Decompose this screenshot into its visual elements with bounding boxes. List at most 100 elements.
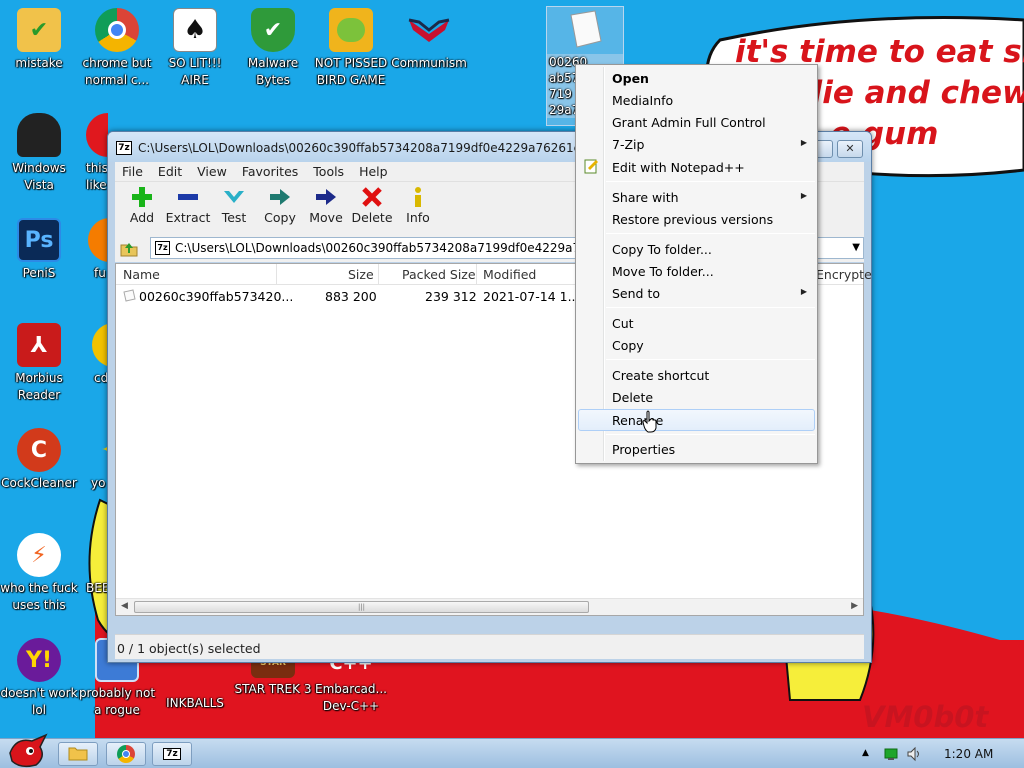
desktop-icon-pissed-bird[interactable]: NOT PISSED BIRD GAME (312, 8, 390, 89)
scroll-left-icon[interactable]: ◀ (121, 601, 128, 611)
menu-item-create-shortcut[interactable]: Create shortcut (578, 364, 815, 386)
desktop-icon-fu[interactable]: fu (78, 218, 108, 282)
column-packed-size[interactable]: Packed Size (402, 267, 476, 282)
wallpaper-text-2: die and chew (800, 75, 1024, 111)
desktop-icon-label: fu (94, 266, 106, 280)
taskbar-explorer[interactable] (58, 742, 98, 766)
menu-item-copy-to-folder[interactable]: Copy To folder... (578, 238, 815, 260)
desktop-icon-bee[interactable]: BEE (78, 533, 108, 597)
solitaire-icon: ♠ (173, 8, 217, 52)
desktop-icon-malware[interactable]: ✔ Malware Bytes (234, 8, 312, 89)
desktop-icon-this-like[interactable]: this like (78, 113, 108, 194)
column-modified[interactable]: Modified (483, 267, 536, 282)
column-name[interactable]: Name (123, 267, 160, 282)
file-icon (122, 288, 136, 305)
chevron-down-icon[interactable]: ▼ (852, 242, 860, 253)
menu-view[interactable]: View (197, 164, 227, 179)
column-size[interactable]: Size (348, 267, 374, 282)
clock[interactable]: 1:20 AM (944, 747, 993, 761)
file-modified: 2021-07-14 1... (483, 289, 580, 304)
pig-icon (329, 8, 373, 52)
desktop-icon-label: Windows Vista (12, 161, 66, 192)
delete-label: Delete (351, 210, 393, 225)
add-button[interactable]: Add (119, 182, 165, 234)
wallpaper-signature: VM0b0t (862, 700, 989, 734)
desktop-icon-chrome[interactable]: chrome but normal c... (78, 8, 156, 89)
desktop-icon-label: STAR TREK 3 (234, 682, 312, 696)
scroll-right-icon[interactable]: ▶ (851, 601, 858, 611)
info-label: Info (406, 210, 430, 225)
menu-item-copy[interactable]: Copy (578, 334, 815, 356)
menu-item-7zip[interactable]: 7-Zip ▶ (578, 133, 815, 155)
menu-item-move-to-folder[interactable]: Move To folder... (578, 260, 815, 282)
menu-item-delete[interactable]: Delete (578, 386, 815, 408)
desktop-icon-penis[interactable]: Ps PeniS (0, 218, 78, 282)
desktop-icon-label: Communism (391, 56, 467, 70)
menu-item-open[interactable]: Open (578, 67, 815, 89)
menu-item-rename[interactable]: Rename (578, 409, 815, 431)
menu-tools[interactable]: Tools (313, 164, 344, 179)
desktop-icon-label: SO LIT!!! AIRE (168, 56, 222, 87)
menu-item-cut[interactable]: Cut (578, 312, 815, 334)
folder-up-icon[interactable] (120, 239, 138, 257)
desktop-icon-mistake[interactable]: ✔ mistake (0, 8, 78, 72)
horizontal-scrollbar[interactable]: ◀ ||| ▶ (116, 598, 863, 615)
extract-button[interactable]: Extract (165, 182, 211, 234)
copy-label: Copy (264, 210, 296, 225)
minus-icon (165, 186, 211, 208)
start-button[interactable] (6, 731, 48, 768)
column-encrypted[interactable]: Encrypte (816, 267, 872, 282)
desktop-icon-windows-vista[interactable]: Windows Vista (0, 113, 78, 194)
show-hidden-icons[interactable]: ▲ (862, 748, 869, 758)
info-icon (395, 186, 441, 208)
copy-button[interactable]: Copy (257, 182, 303, 234)
plus-icon (119, 186, 165, 208)
delete-button[interactable]: Delete (349, 182, 395, 234)
menu-item-send-to[interactable]: Send to ▶ (578, 282, 815, 304)
menu-file[interactable]: File (122, 164, 143, 179)
desktop-icon-label: Embarcad... Dev-C++ (315, 682, 387, 713)
close-button[interactable]: ✕ (837, 140, 863, 158)
menu-item-restore-versions[interactable]: Restore previous versions (578, 208, 815, 230)
desktop-icon-morbius[interactable]: ⅄ Morbius Reader (0, 323, 78, 404)
taskbar-chrome[interactable] (106, 742, 146, 766)
desktop-icon-communism[interactable]: Communism (390, 8, 468, 72)
network-icon[interactable] (884, 747, 898, 764)
desktop-icon-yo[interactable]: ✦ yo (78, 428, 108, 492)
taskbar: 7z ▲ 1:20 AM (0, 733, 1024, 768)
desktop-icon-label: doesn't work lol (0, 686, 78, 717)
desktop-icon-cd[interactable]: cd (78, 323, 108, 387)
desktop-icon-solit[interactable]: ♠ SO LIT!!! AIRE (156, 8, 234, 89)
menu-item-mediainfo[interactable]: MediaInfo (578, 89, 815, 111)
menu-favorites[interactable]: Favorites (242, 164, 298, 179)
scrollbar-thumb[interactable]: ||| (134, 601, 589, 613)
menu-item-edit-notepad[interactable]: Edit with Notepad++ (578, 156, 815, 178)
desktop-icon-cockcleaner[interactable]: C CockCleaner (0, 428, 78, 492)
firefox-icon (88, 218, 108, 262)
status-bar: 0 / 1 object(s) selected (115, 634, 864, 659)
shield-icon: ✔ (251, 8, 295, 52)
menu-help[interactable]: Help (359, 164, 388, 179)
desktop-icon-who-uses[interactable]: ⚡ who the fuck uses this (0, 533, 78, 614)
desktop-icon-label: who the fuck uses this (0, 581, 78, 612)
menu-item-share-with[interactable]: Share with ▶ (578, 186, 815, 208)
menu-item-properties[interactable]: Properties (578, 438, 815, 460)
file-name: 00260c390ffab573420... (139, 289, 294, 304)
menu-edit[interactable]: Edit (158, 164, 182, 179)
desktop-icon-label: INKBALLS (166, 696, 224, 710)
desktop-icon-label: Malware Bytes (247, 56, 299, 87)
taskbar-7zip[interactable]: 7z (152, 742, 192, 766)
desktop-icon-label: CockCleaner (1, 476, 77, 490)
opera-icon (86, 113, 108, 157)
volume-icon[interactable] (906, 746, 922, 765)
menu-item-grant-admin[interactable]: Grant Admin Full Control (578, 111, 815, 133)
disc-icon (92, 323, 108, 367)
star-icon: ✦ (88, 428, 108, 472)
info-button[interactable]: Info (395, 182, 441, 234)
test-button[interactable]: Test (211, 182, 257, 234)
move-button[interactable]: Move (303, 182, 349, 234)
copy-arrow-icon (257, 186, 303, 208)
desktop-icon-label: probably not a rogue (78, 686, 156, 717)
desktop-icon-doesnt-work[interactable]: Y! doesn't work lol (0, 638, 78, 719)
move-label: Move (309, 210, 343, 225)
